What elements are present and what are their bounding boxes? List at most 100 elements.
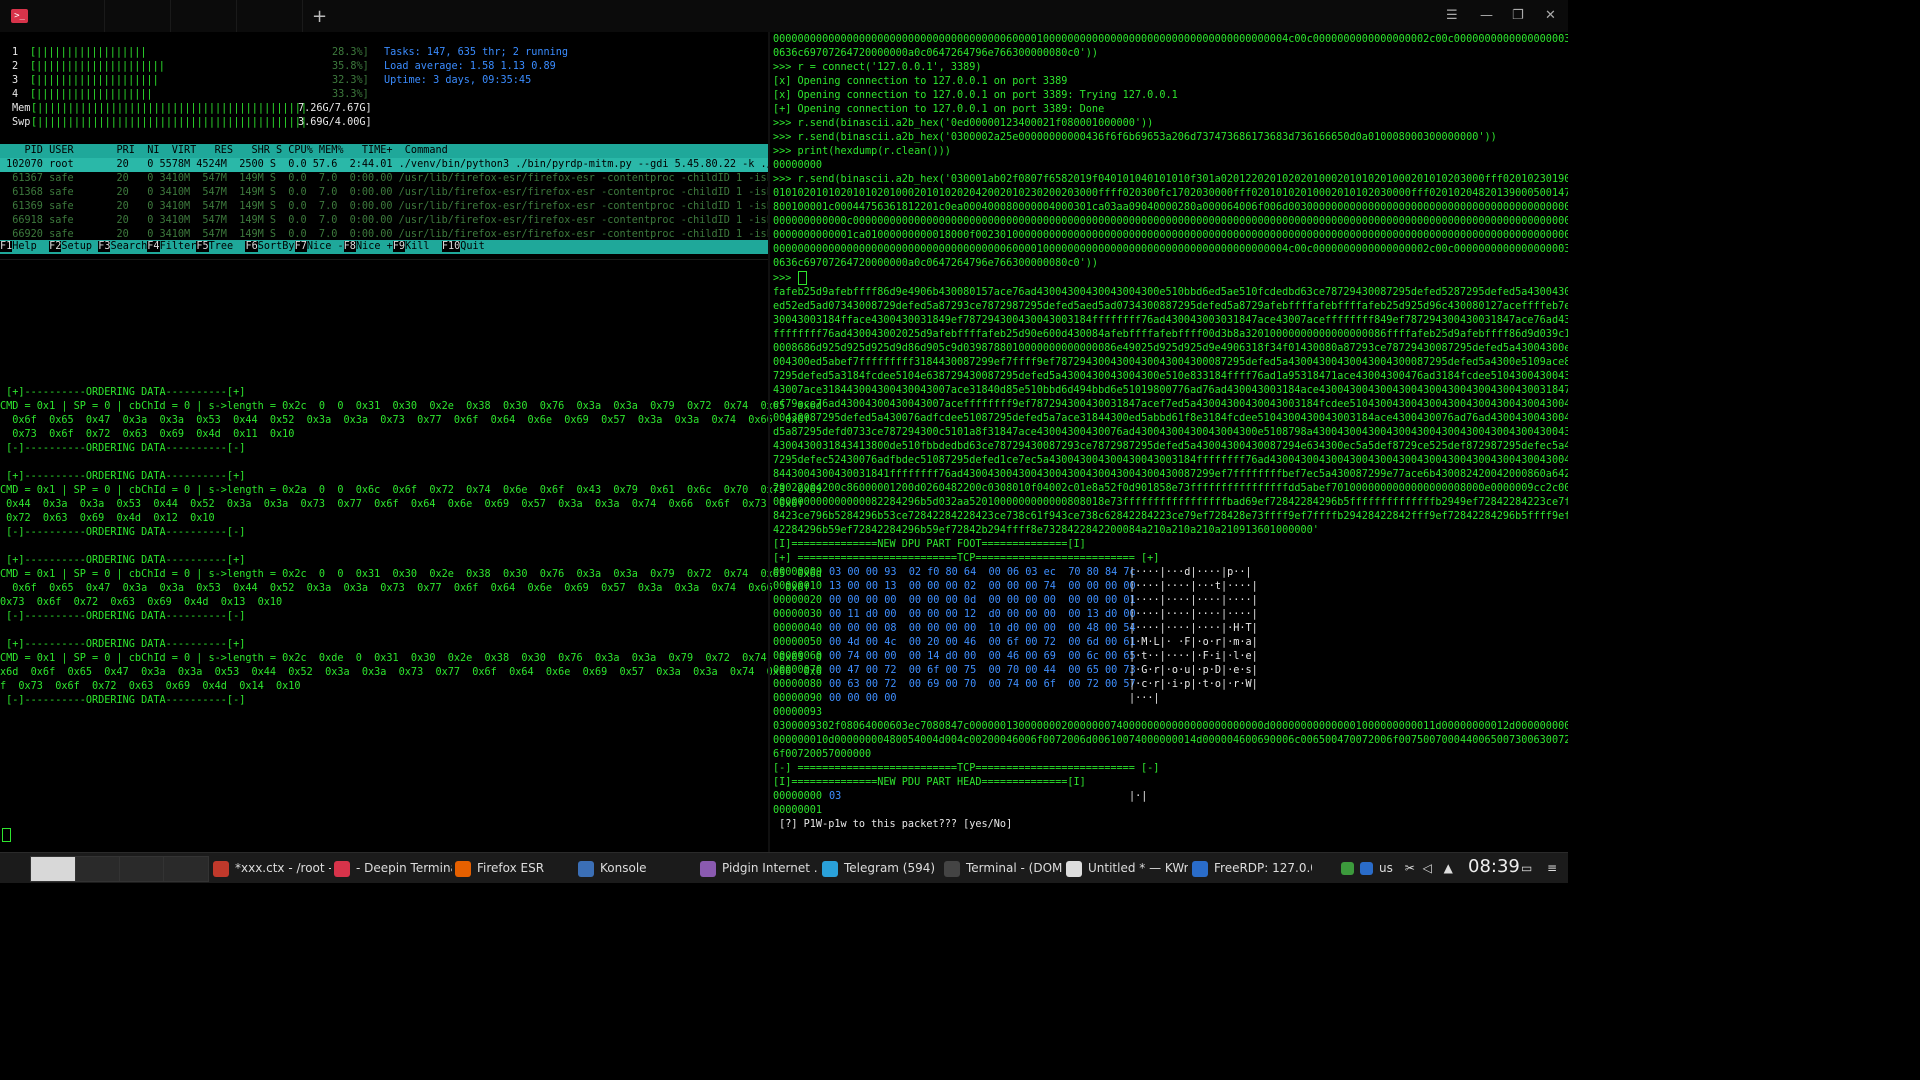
hexdump-ascii: |····|····|····|·H·T| xyxy=(1129,623,1258,634)
hex-stream-line: 0300009302f08064000603ec7080847c00000013… xyxy=(773,721,1568,732)
log-line: [+]----------ORDERING DATA----------[+] xyxy=(0,471,246,482)
hexdump-ascii: |····|····|···t|····| xyxy=(1129,581,1258,592)
app-icon xyxy=(944,860,960,877)
hexdump-bytes: 00 00 00 00 xyxy=(829,693,897,704)
fkey-label[interactable]: Filter xyxy=(159,241,197,252)
pdu-offset: 00000000 xyxy=(773,791,823,802)
process-row[interactable]: 102070 root 20 0 5578M 4524M 2500 S 0.0 … xyxy=(0,158,768,172)
app-icon xyxy=(334,860,350,877)
cpu-meter-bar: [|||||||||||||||||||| xyxy=(30,75,159,86)
taskbar-app[interactable]: - Deepin Terminal xyxy=(334,853,452,883)
fkey-label[interactable]: Tree xyxy=(208,241,246,252)
taskbar-app[interactable]: Terminal - (DOM)... xyxy=(944,853,1062,883)
hexdump-offset: 00000050 xyxy=(773,637,823,648)
show-desktop-icon[interactable]: ▭ xyxy=(1521,853,1532,883)
process-row[interactable]: 61368 safe 20 0 3410M 547M 149M S 0.0 7.… xyxy=(0,186,768,200)
left-cursor xyxy=(2,828,11,842)
cpu-meter-bar: [||||||||||||||||||| xyxy=(30,89,153,100)
fkey-label[interactable]: Nice + xyxy=(355,241,393,252)
hex-blob-line: 7295defed5a3184fcdee5104e638729430087295… xyxy=(773,371,1568,382)
taskbar-app[interactable]: *xxx.ctx - /root - ... xyxy=(213,853,331,883)
hexdump-bytes: 00 11 d0 00 00 00 00 12 d0 00 00 00 00 1… xyxy=(829,609,1136,620)
fkey-label[interactable]: Search xyxy=(110,241,148,252)
fkey-label[interactable]: SortBy xyxy=(257,241,295,252)
taskbar: *xxx.ctx - /root - ... - Deepin Terminal F… xyxy=(0,852,1568,883)
tab-1[interactable] xyxy=(40,0,105,32)
fkey-f8: F8 xyxy=(343,241,356,252)
tab-4[interactable] xyxy=(236,0,303,32)
hexdump-ascii: |·c·r|·i·p|·t·o|·r·W| xyxy=(1129,679,1258,690)
mem-value: 7.26G/7.67G] xyxy=(298,103,372,114)
swap-meter-bar: [|||||||||||||||||||||||||||||||||||||||… xyxy=(31,117,308,128)
hex-blob-line: 7295defec52430076adfbdec51087295defed1ce… xyxy=(773,455,1568,466)
log-line: f 0x73 0x6f 0x72 0x63 0x69 0x4d 0x14 0x1… xyxy=(0,681,301,692)
tab-2[interactable] xyxy=(104,0,171,32)
log-line: [+]----------ORDERING DATA----------[+] xyxy=(0,555,246,566)
left-terminal-pane[interactable]: 1 [|||||||||||||||||| 28.3%] 2 [||||||||||||… xyxy=(0,32,822,852)
volume-icon[interactable]: ◁ xyxy=(1423,861,1432,875)
hex-blob-line: fafeb25d9afebffff86d9e4906b430080157ace7… xyxy=(773,287,1568,298)
taskbar-app[interactable]: Konsole xyxy=(578,853,696,883)
htop-function-bar: F1Help F2Setup F3SearchF4FilterF5Tree F6… xyxy=(0,240,768,254)
fkey-f9: F9 xyxy=(392,241,406,252)
fkey-label[interactable]: Quit xyxy=(460,241,498,252)
hexdump-offset: 00000020 xyxy=(773,595,823,606)
process-row[interactable]: 61367 safe 20 0 3410M 547M 149M S 0.0 7.… xyxy=(0,172,768,186)
hexdump-offset: 00000090 xyxy=(773,693,823,704)
chat-icon[interactable] xyxy=(1360,862,1373,875)
hexdump-ascii: |·G·r|·o·u|·p·D|·e·s| xyxy=(1129,665,1258,676)
hex-blob-line: ffffffff76ad430043002025d9afebffffafeb25… xyxy=(773,329,1568,340)
fkey-label[interactable]: Nice - xyxy=(306,241,344,252)
pane-divider[interactable] xyxy=(768,32,770,852)
tray-expand-icon[interactable]: ▲ xyxy=(1444,861,1453,875)
log-line: [-]----------ORDERING DATA----------[-] xyxy=(0,611,246,622)
fkey-f4: F4 xyxy=(147,241,160,252)
keyboard-layout[interactable]: us xyxy=(1379,861,1393,875)
tab-3[interactable] xyxy=(170,0,237,32)
console-line: 00000000 xyxy=(773,160,823,171)
taskbar-app[interactable]: Untitled * — KWr... xyxy=(1066,853,1188,883)
fkey-label[interactable]: Setup xyxy=(61,241,99,252)
new-tab-button[interactable]: + xyxy=(312,6,327,27)
taskbar-app[interactable]: Firefox ESR xyxy=(455,853,573,883)
minimize-button[interactable]: — xyxy=(1480,8,1493,23)
workspace-2[interactable] xyxy=(75,856,121,882)
hexdump-offset: 00000030 xyxy=(773,609,823,620)
clock[interactable]: 08:39 xyxy=(1468,856,1520,877)
log-line: [+]----------ORDERING DATA----------[+] xyxy=(0,387,246,398)
process-row[interactable]: 66918 safe 20 0 3410M 547M 149M S 0.0 7.… xyxy=(0,214,768,228)
hexdump-ascii: |·M·L|· ·F|·o·r|·m·a| xyxy=(1129,637,1258,648)
mem-label: Mem xyxy=(12,103,31,114)
menu-icon[interactable]: ☰ xyxy=(1446,8,1458,23)
taskbar-app[interactable]: FreeRDP: 127.0.0.... xyxy=(1192,853,1312,883)
log-line: 0x73 0x6f 0x72 0x63 0x69 0x4d 0x13 0x10 xyxy=(0,597,283,608)
fkey-label[interactable]: Kill xyxy=(405,241,442,252)
maximize-button[interactable]: ❐ xyxy=(1512,8,1524,23)
fkey-label[interactable]: Help xyxy=(12,241,50,252)
uptime: Uptime: 3 days, 09:35:45 xyxy=(384,75,532,86)
process-row[interactable]: 61369 safe 20 0 3410M 547M 149M S 0.0 7.… xyxy=(0,200,768,214)
right-terminal-pane[interactable]: 0000000000000000000000000000000000000060… xyxy=(771,32,1568,852)
workspace-4[interactable] xyxy=(163,856,209,882)
workspace-1[interactable] xyxy=(30,856,76,882)
taskbar-menu-icon[interactable]: ≡ xyxy=(1547,853,1557,883)
cpu-meter-bar: [||||||||||||||||||||| xyxy=(30,61,165,72)
pane-separator xyxy=(0,259,768,260)
log-line: CMD = 0x1 | SP = 0 | cbChId = 0 | s->len… xyxy=(0,653,822,664)
console-line: >>> print(hexdump(r.clean())) xyxy=(773,146,951,157)
fkey-f3: F3 xyxy=(98,241,111,252)
scissors-icon[interactable]: ✂ xyxy=(1405,861,1415,875)
fkey-f10: F10 xyxy=(441,241,461,252)
fkey-f7: F7 xyxy=(294,241,307,252)
hex-blob-line: 8443004300430031841ffffffff76ad430043004… xyxy=(773,469,1568,480)
workspace-3[interactable] xyxy=(119,856,165,882)
tray-icons[interactable]: us ✂ ◁ ▲ xyxy=(1341,853,1453,883)
cpu-meter-bar: [|||||||||||||||||| xyxy=(30,47,147,58)
cpu-number: 3 xyxy=(12,75,19,86)
close-button[interactable]: ✕ xyxy=(1545,8,1556,23)
taskbar-app[interactable]: Pidgin Internet ... xyxy=(700,853,818,883)
hex-blob-line: 0008686d925d925d925d9d86d905c9d039878801… xyxy=(773,343,1568,354)
app-icon xyxy=(455,860,471,877)
network-icon[interactable] xyxy=(1341,862,1354,875)
taskbar-app[interactable]: Telegram (594) xyxy=(822,853,940,883)
